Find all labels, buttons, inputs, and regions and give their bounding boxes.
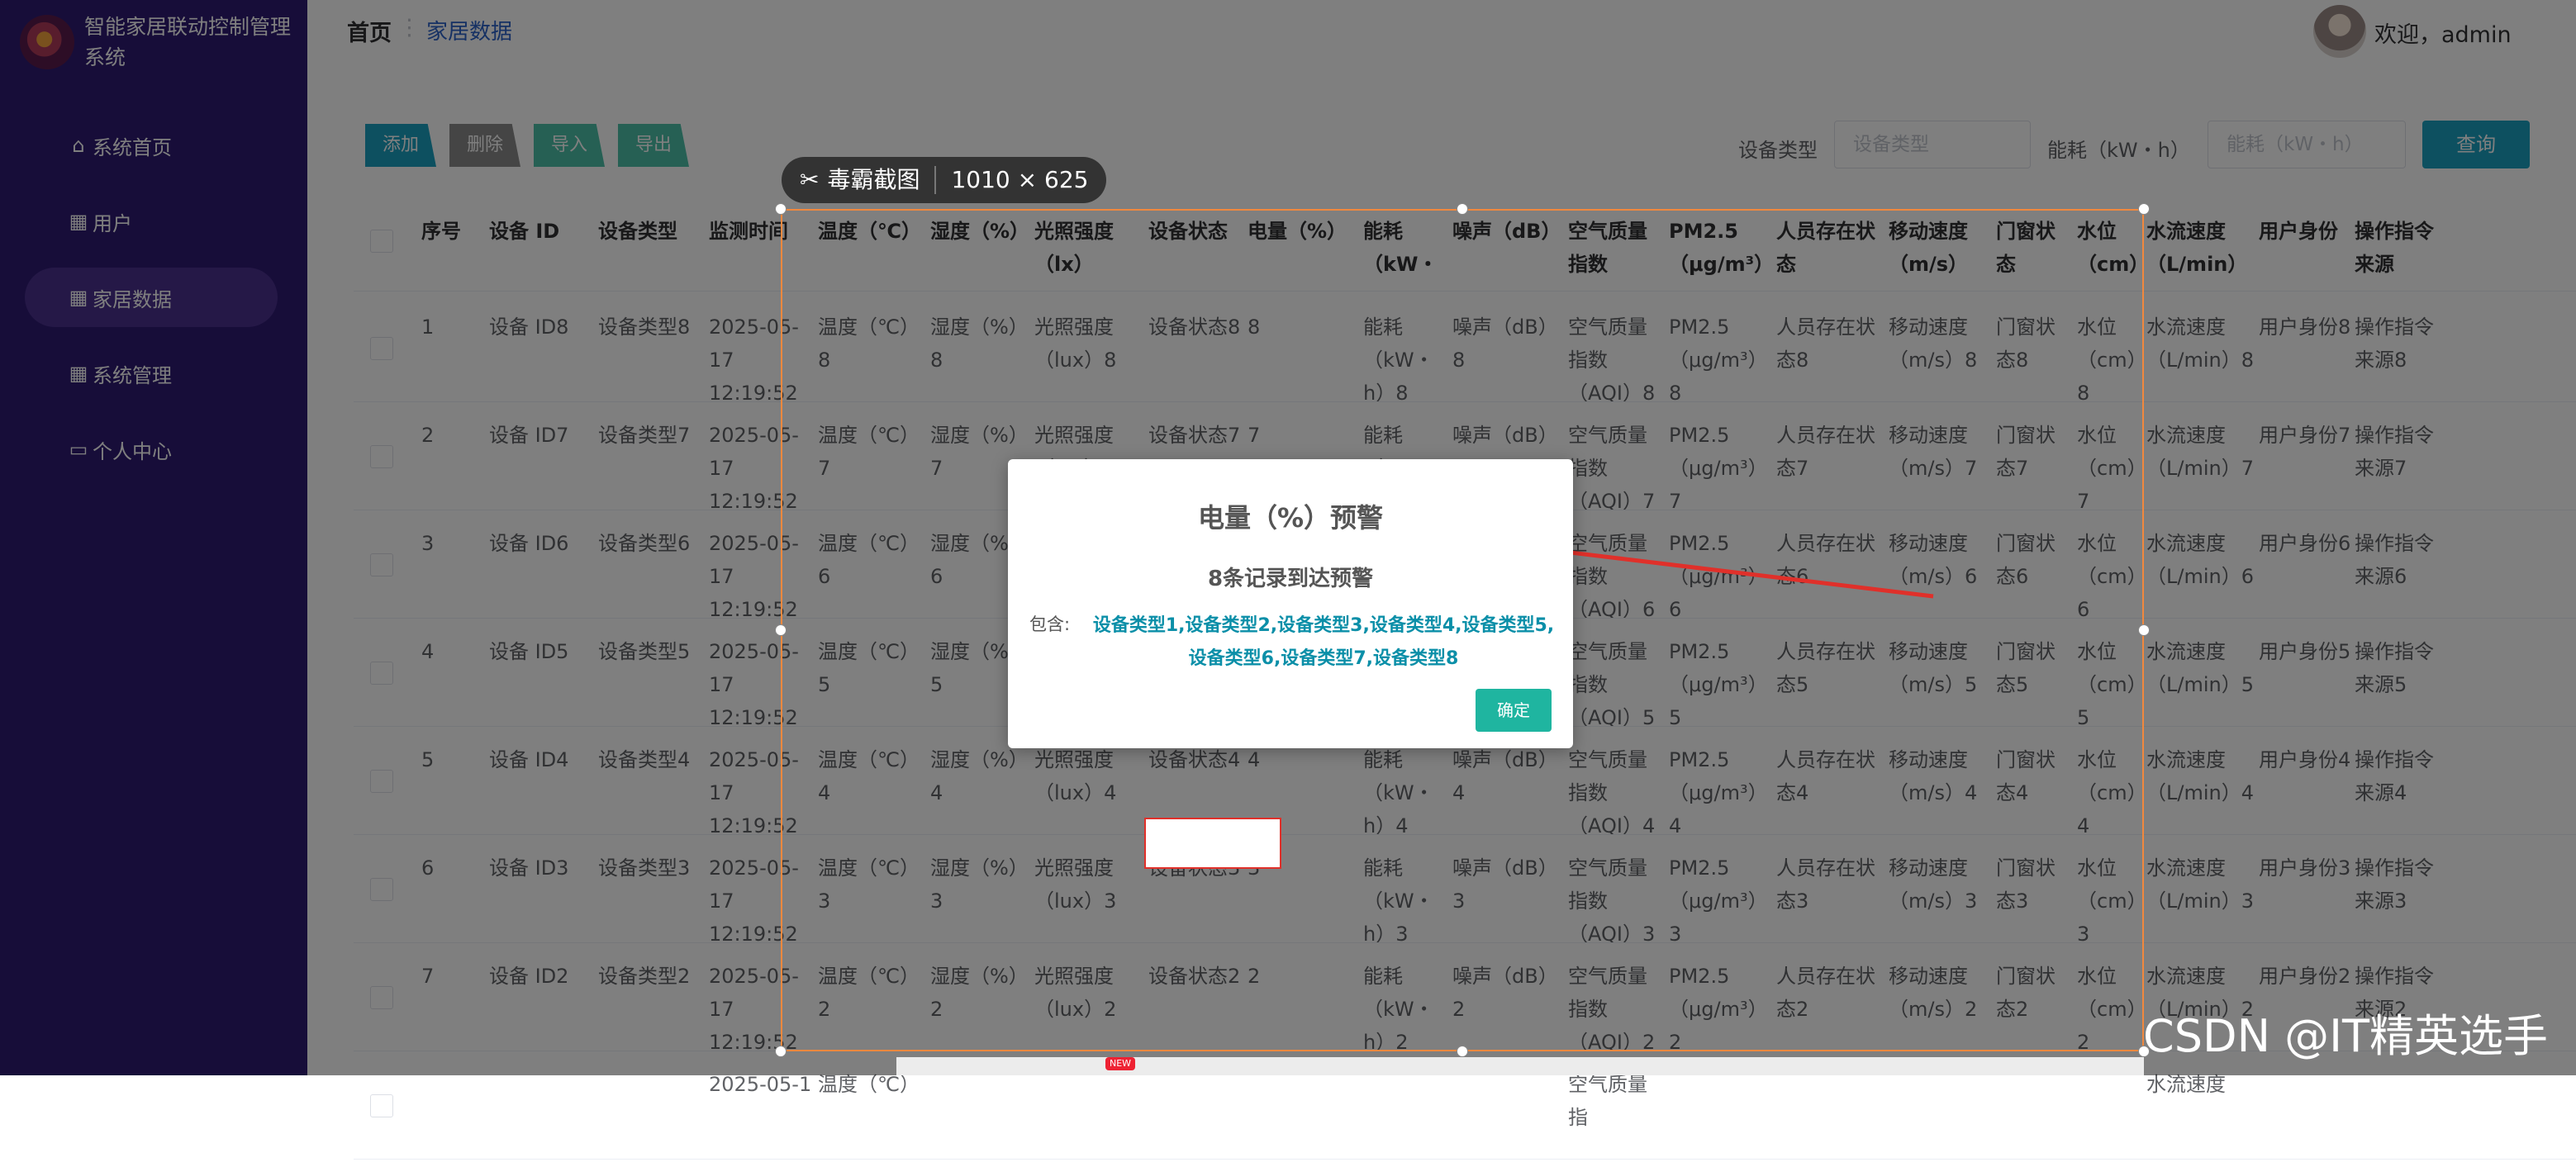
table-cell [1033, 1068, 1145, 1167]
table-cell [1994, 1068, 2074, 1167]
screenshot-toolbar[interactable] [896, 1057, 2144, 1075]
ok-button[interactable]: 确定 [1476, 689, 1552, 732]
table-cell [1246, 1068, 1360, 1167]
table-cell [420, 1068, 484, 1167]
watermark: CSDN @IT精英选手 [2143, 1010, 2549, 1062]
table-cell [487, 1068, 595, 1167]
table-cell: 2025-05-1 [709, 1073, 812, 1096]
row-checkbox[interactable] [370, 1094, 393, 1117]
table-cell [1667, 1068, 1773, 1167]
table-cell: 温度（℃） [818, 1073, 920, 1096]
table-cell [1887, 1068, 1993, 1167]
table-cell: 空气质量指 [1568, 1073, 1647, 1129]
table-cell [929, 1068, 1031, 1167]
table-cell [2075, 1068, 2143, 1167]
table-cell: 水流速度 [2146, 1073, 2226, 1096]
dialog-contains-list: 设备类型1,设备类型2,设备类型3,设备类型4,设备类型5,设备类型6,设备类型… [1092, 615, 1555, 669]
table-cell [2353, 1068, 2452, 1167]
dialog-contains-label: 包含: [1029, 614, 1071, 634]
dialog-title: 电量（%）预警 [1197, 502, 1384, 534]
table-divider [354, 1159, 2576, 1160]
warning-dialog: 电量（%）预警 8条记录到达预警 包含: 设备类型1,设备类型2,设备类型3,设… [1008, 459, 1573, 748]
dialog-count: 8条记录到达预警 [1207, 567, 1374, 591]
table-cell [596, 1068, 706, 1167]
table-cell [1362, 1068, 1449, 1167]
table-cell [1451, 1068, 1565, 1167]
new-badge: NEW [1105, 1057, 1135, 1070]
table-cell [1775, 1068, 1885, 1167]
table-cell [1147, 1068, 1244, 1167]
table-cell [2257, 1068, 2351, 1167]
